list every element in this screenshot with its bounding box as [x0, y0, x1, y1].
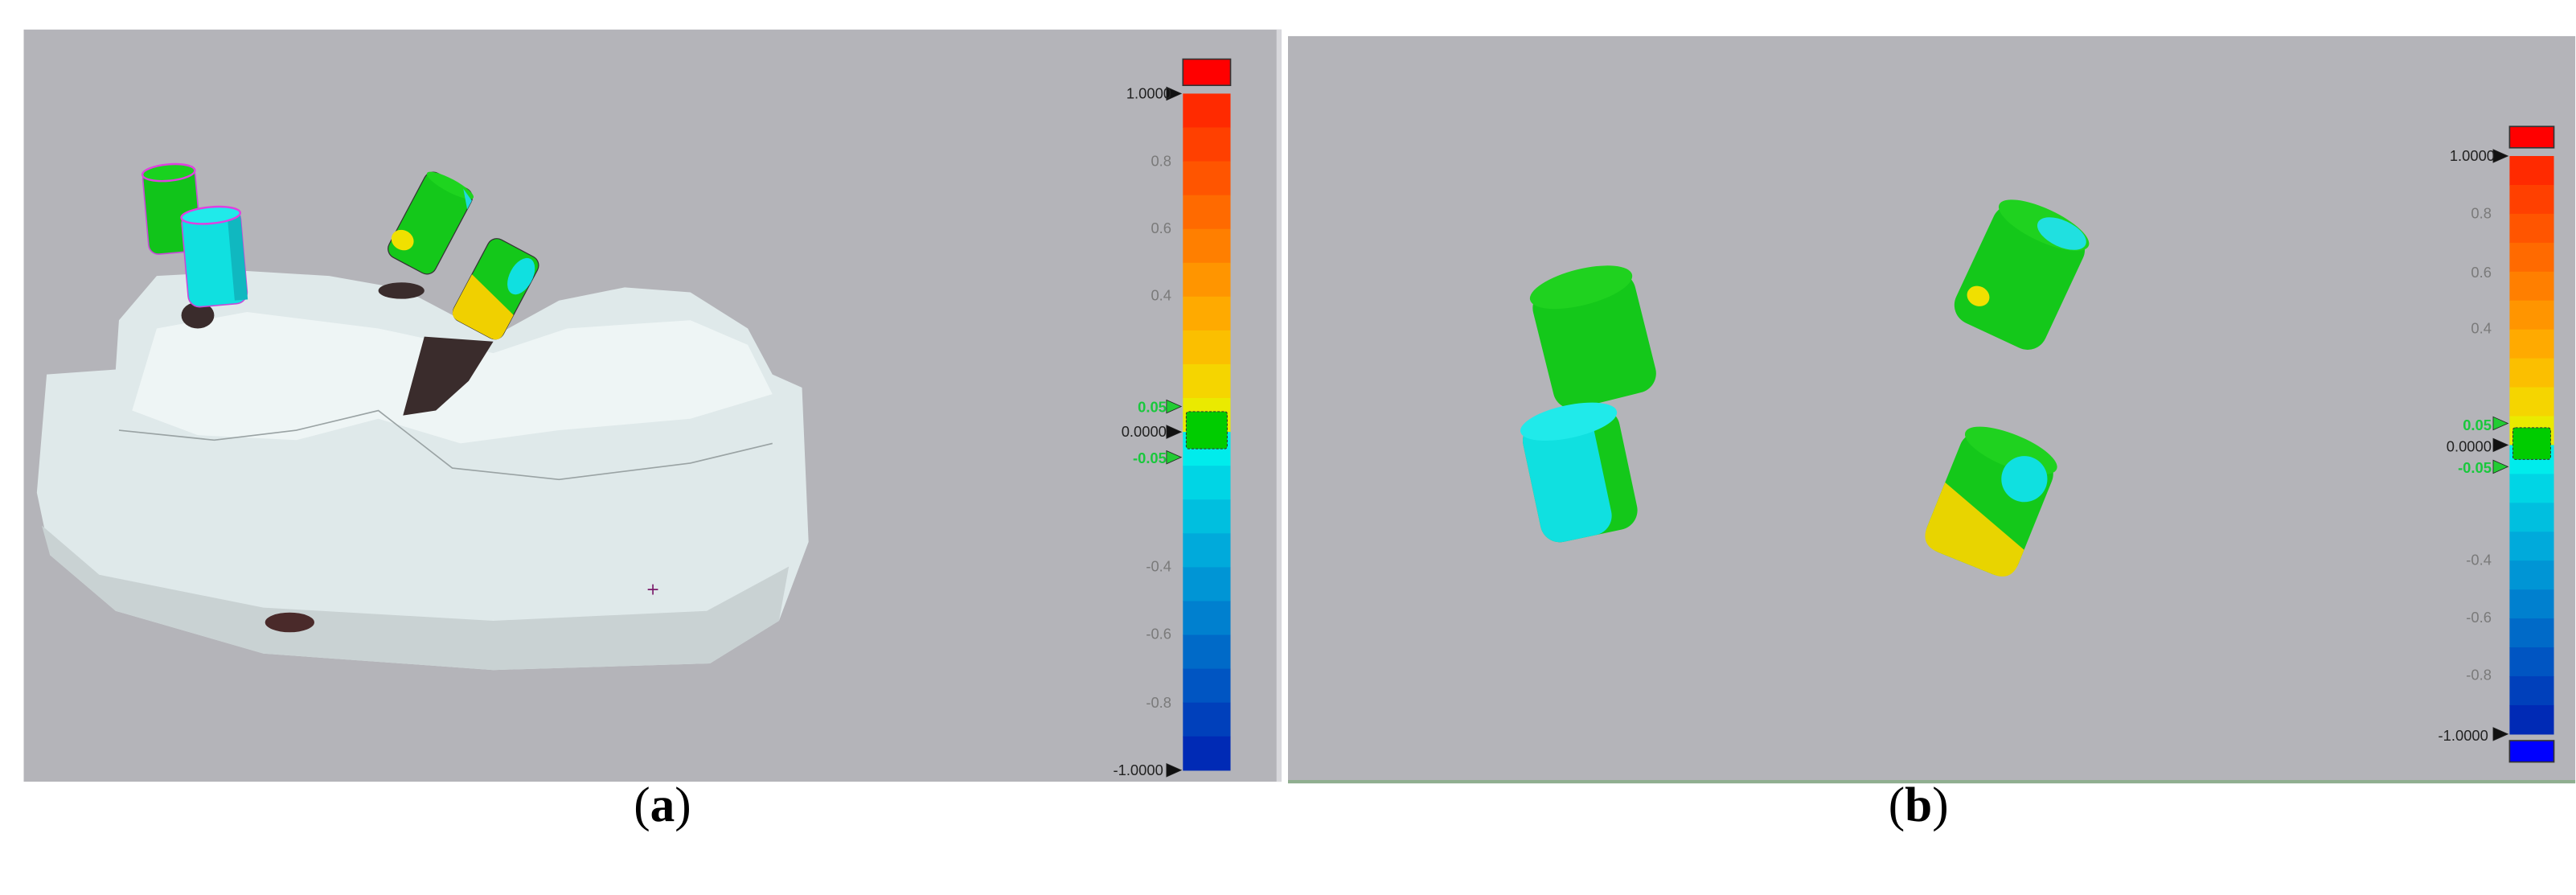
tolerance-band: [1185, 411, 1228, 450]
tolerance-band: [2512, 427, 2551, 460]
colorbar-band: [1183, 634, 1231, 670]
colorbar-band: [2509, 184, 2554, 215]
tick-label: -0.8: [1146, 694, 1171, 711]
colorbar-band: [2509, 387, 2554, 417]
tick-label: 0.6: [2471, 264, 2492, 281]
colorbar-band: [2509, 300, 2554, 330]
colorbar-band: [2509, 271, 2554, 302]
colorbar-band: [2509, 618, 2554, 648]
nominal-label: 0.0000: [2447, 438, 2492, 455]
tolerance-lower-label: -0.05: [1133, 450, 1167, 466]
tick-label: 0.6: [1151, 220, 1171, 236]
tolerance-lower-label: -0.05: [2458, 459, 2492, 476]
cylinder-a2: [180, 205, 248, 308]
colorbar-band: [1183, 296, 1231, 331]
colorbar-band: [1183, 195, 1231, 230]
colorbar-band: [1183, 363, 1231, 399]
caption-a: (a): [634, 778, 691, 832]
dental-cast-model: +: [36, 270, 809, 671]
colorbar-band: [2509, 329, 2554, 359]
colorbar-band: [2509, 474, 2554, 503]
panel-a: + 1.0000 0.8 0.6 0.4 0.05 0.0000 -0.05 -…: [23, 29, 1282, 782]
colorbar-band: [1183, 228, 1231, 264]
tick-label: 0.4: [2471, 320, 2492, 337]
figure: + 1.0000 0.8 0.6 0.4 0.05 0.0000 -0.05 -…: [23, 29, 2576, 832]
colorbar-band: [1183, 93, 1231, 129]
colorbar-band: [1183, 499, 1231, 534]
colorbar-band: [2509, 532, 2554, 561]
colorbar-band: [1183, 702, 1231, 737]
colorbar-band: [1183, 330, 1231, 365]
tick-label: -0.6: [1146, 625, 1171, 642]
tick-label: -0.4: [1146, 558, 1171, 575]
over-range-swatch: [1182, 58, 1232, 87]
tick-label: -1.0000: [1114, 762, 1163, 778]
colorbar-band: [2509, 156, 2554, 186]
colorbar-band: [2509, 242, 2554, 273]
colorbar-band: [2509, 589, 2554, 619]
tolerance-upper-label: 0.05: [1138, 399, 1167, 416]
colorbar-band: [1183, 533, 1231, 568]
tick-label: 1.0000: [1126, 85, 1171, 102]
under-range-swatch: [2508, 740, 2555, 763]
panel-b-viewport: [1288, 35, 2576, 784]
nominal-label: 0.0000: [1122, 423, 1167, 440]
colorbar-band: [1183, 161, 1231, 196]
dark-patch: [265, 612, 314, 633]
colorbar-band: [2509, 503, 2554, 532]
panel-b: 1.0000 0.8 0.6 0.4 0.05 0.0000 -0.05 -0.…: [1288, 35, 2576, 784]
tick-label: -0.4: [2466, 552, 2492, 569]
colorbar-band: [1183, 601, 1231, 636]
tick-label: -0.6: [2466, 609, 2492, 626]
tick-label: 1.0000: [2450, 147, 2495, 164]
colorbar-band: [2509, 213, 2554, 244]
purple-marker: +: [646, 579, 659, 598]
over-range-swatch: [2508, 125, 2555, 149]
caption-b: (b): [1889, 778, 1949, 832]
dark-patch: [378, 282, 425, 299]
colorbar-band: [2509, 560, 2554, 590]
panel-a-side-border: [1276, 29, 1282, 782]
tick-label: 0.8: [1151, 152, 1171, 169]
tick-label: -1.0000: [2439, 727, 2488, 744]
colorbar-band: [2509, 647, 2554, 677]
colorbar-band: [1183, 127, 1231, 162]
colorbar-band: [1183, 466, 1231, 500]
tick-label: -0.8: [2466, 666, 2492, 683]
tick-label: 0.8: [2471, 205, 2492, 222]
colorbar-band: [1183, 736, 1231, 771]
colorbar-band: [1183, 262, 1231, 298]
colorbar-band: [2509, 358, 2554, 388]
colorbar-band: [1183, 567, 1231, 602]
colorbar-band: [2509, 704, 2554, 735]
tick-label: 0.4: [1151, 287, 1171, 304]
colorbar-band: [1183, 668, 1231, 704]
tolerance-upper-label: 0.05: [2463, 417, 2492, 433]
colorbar-band: [2509, 675, 2554, 706]
